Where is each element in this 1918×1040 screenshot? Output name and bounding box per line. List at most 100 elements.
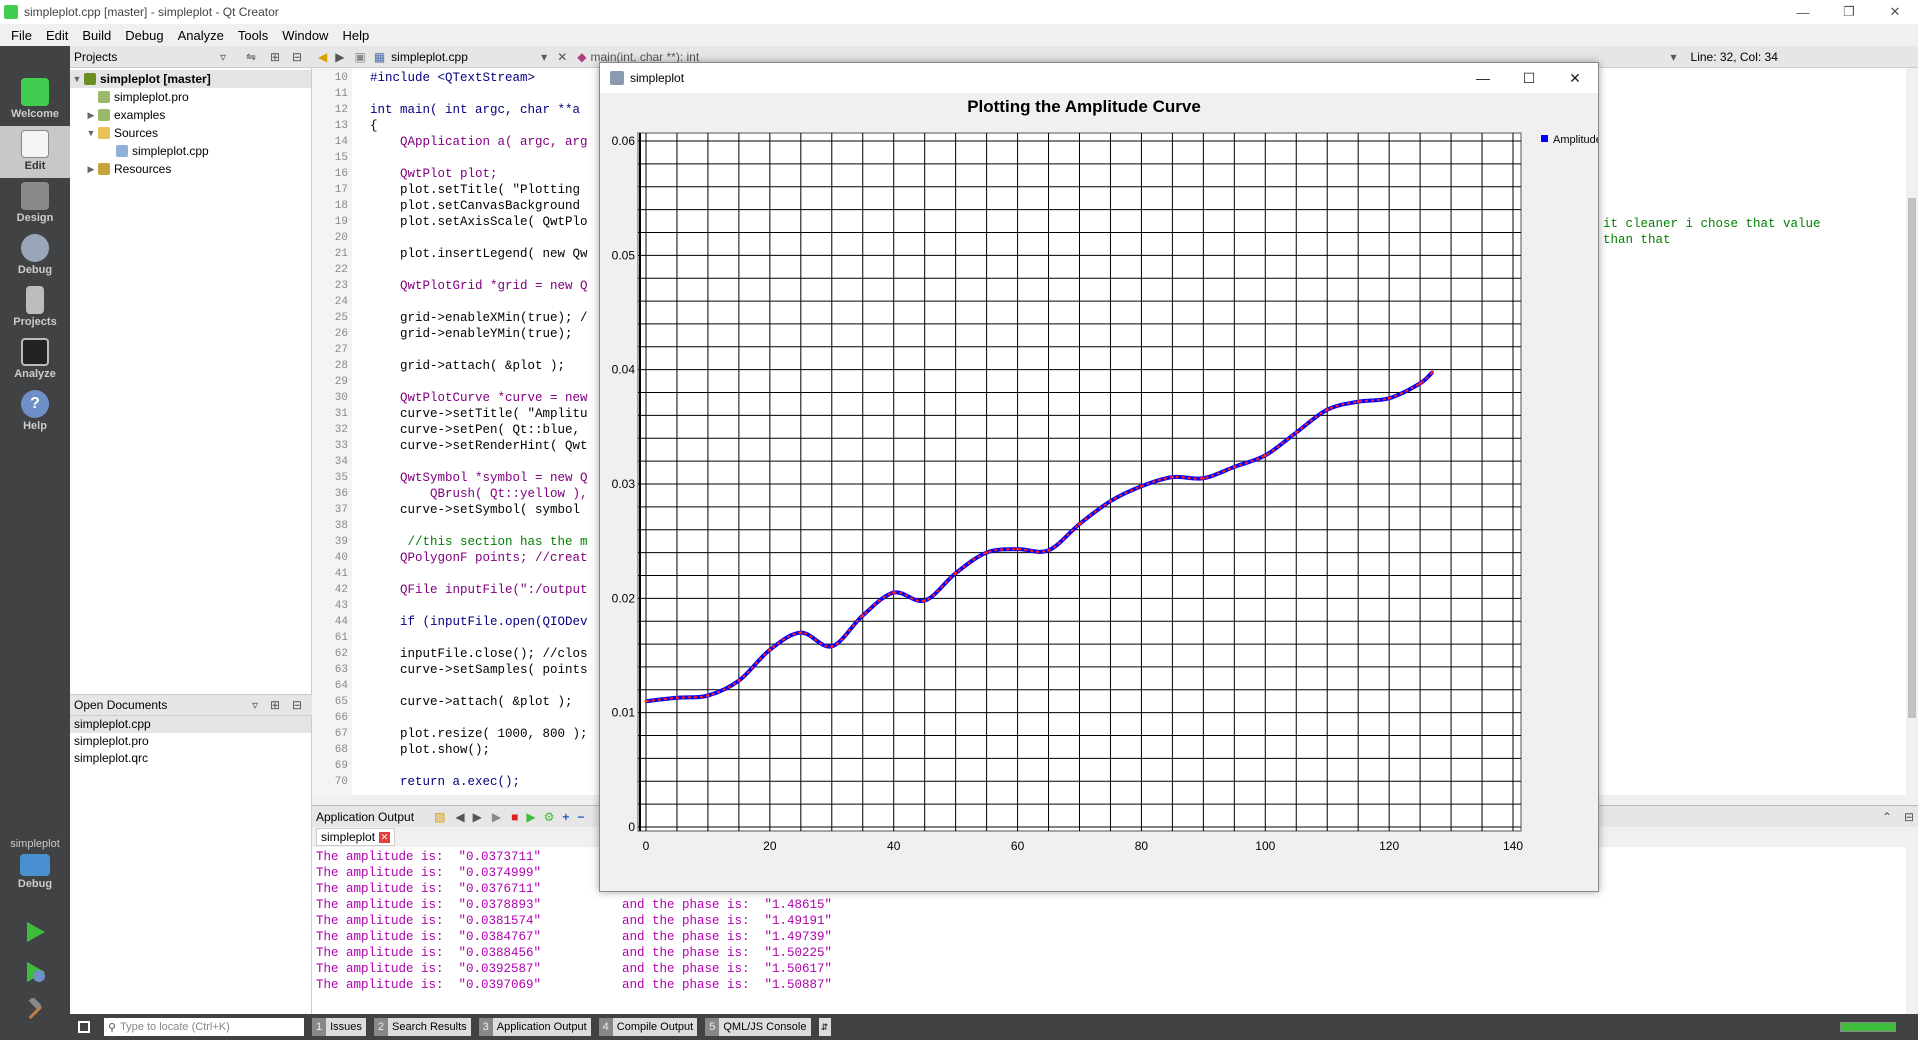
- settings-icon[interactable]: ⚙: [544, 810, 555, 824]
- sidebar-toggle-icon[interactable]: [78, 1021, 90, 1033]
- close-icon[interactable]: ✕: [1552, 63, 1598, 93]
- debug-icon: [21, 234, 49, 262]
- tab-issues[interactable]: 1 Issues: [312, 1018, 366, 1036]
- run-button[interactable]: [0, 920, 70, 950]
- close-file-icon[interactable]: ✕: [557, 50, 567, 64]
- tab-label: Application Output: [492, 1018, 591, 1036]
- cursor-position[interactable]: Line: 32, Col: 34: [1691, 50, 1778, 64]
- menu-analyze[interactable]: Analyze: [171, 28, 231, 43]
- mode-welcome[interactable]: Welcome: [0, 74, 70, 126]
- previous-icon[interactable]: ◀: [455, 810, 464, 824]
- restore-icon[interactable]: ❐: [1826, 0, 1872, 24]
- list-item[interactable]: simpleplot.qrc: [70, 750, 311, 767]
- filter-icon[interactable]: ▿: [220, 50, 226, 64]
- mode-analyze[interactable]: Analyze: [0, 334, 70, 386]
- tree-item-project[interactable]: ▼ simpleplot [master]: [70, 70, 311, 88]
- menu-help[interactable]: Help: [335, 28, 376, 43]
- maximize-pane-icon[interactable]: ⌃: [1882, 810, 1892, 824]
- mode-help[interactable]: ? Help: [0, 386, 70, 438]
- tree-item-examples[interactable]: ▶ examples: [84, 106, 166, 124]
- code-line: plot.setCanvasBackground: [370, 199, 581, 213]
- menu-debug[interactable]: Debug: [118, 28, 170, 43]
- output-phase: and the phase is: "1.50887": [622, 978, 833, 992]
- line-number: 10: [334, 72, 348, 84]
- debug-run-button[interactable]: [0, 960, 70, 990]
- y-tick-label: 0.06: [612, 134, 636, 148]
- forward-icon[interactable]: ▶: [335, 50, 344, 64]
- back-icon[interactable]: ◀: [318, 50, 327, 64]
- collapse-arrow-icon[interactable]: ▼: [70, 74, 84, 84]
- file-tab[interactable]: simpleplot.cpp: [391, 50, 541, 64]
- minimize-icon[interactable]: —: [1460, 63, 1506, 93]
- expand-arrow-icon[interactable]: ▶: [84, 164, 98, 175]
- stop-icon[interactable]: ■: [511, 810, 518, 824]
- clear-output-icon[interactable]: ▧: [434, 810, 445, 824]
- code-line: return a.exec();: [370, 775, 521, 789]
- close-pane-icon[interactable]: ⊟: [292, 50, 302, 64]
- function-dropdown-icon[interactable]: ▾: [1670, 50, 1676, 64]
- tree-item-cpp-file[interactable]: simpleplot.cpp: [116, 142, 209, 160]
- file-dropdown-icon[interactable]: ▾: [541, 50, 547, 64]
- qt-creator-icon: [4, 5, 18, 19]
- mode-design[interactable]: Design: [0, 178, 70, 230]
- zoom-out-icon[interactable]: −: [577, 810, 584, 824]
- y-tick-label: 0.03: [612, 477, 636, 491]
- status-bar: ⚲ Type to locate (Ctrl+K) 1 Issues 2 Searc…: [70, 1014, 1918, 1040]
- output-phase: and the phase is: "1.49739": [622, 930, 833, 944]
- lock-icon: ▣: [354, 49, 366, 64]
- line-number: 23: [334, 280, 348, 292]
- design-icon: [21, 182, 49, 210]
- split-icon[interactable]: ⊞: [270, 50, 280, 64]
- next-icon[interactable]: ▶: [473, 810, 482, 824]
- maximize-icon[interactable]: ☐: [1506, 63, 1552, 93]
- amplitude-plot: Plotting the Amplitude Curve 0 20 40 60 80 10…: [612, 97, 1598, 853]
- x-tick-label: 80: [1135, 839, 1149, 853]
- y-tick-label: 0.05: [612, 248, 636, 262]
- editor-scrollbar[interactable]: [1906, 68, 1918, 795]
- tree-item-resources[interactable]: ▶ Resources: [84, 160, 172, 178]
- menu-edit[interactable]: Edit: [39, 28, 75, 43]
- open-documents-list: simpleplot.cpp simpleplot.pro simpleplot…: [70, 716, 312, 1014]
- close-icon[interactable]: ✕: [1872, 0, 1918, 24]
- list-item[interactable]: simpleplot.pro: [70, 733, 311, 750]
- mode-projects[interactable]: Projects: [0, 282, 70, 334]
- rerun-icon[interactable]: ▶: [492, 810, 501, 824]
- legend-label: Amplitudes: [1553, 134, 1598, 146]
- expand-arrow-icon[interactable]: ▶: [84, 110, 98, 121]
- close-output-icon[interactable]: ⊟: [1904, 810, 1914, 824]
- tree-item-label: simpleplot [master]: [100, 72, 211, 86]
- y-tick-label: 0.04: [612, 363, 636, 377]
- menu-tools[interactable]: Tools: [231, 28, 275, 43]
- locator-input[interactable]: ⚲ Type to locate (Ctrl+K): [104, 1018, 304, 1036]
- menu-file[interactable]: File: [4, 28, 39, 43]
- output-tab[interactable]: simpleplot ✕: [316, 828, 396, 846]
- close-pane-icon[interactable]: ⊟: [292, 698, 302, 712]
- minimize-icon[interactable]: —: [1780, 0, 1826, 24]
- menu-window[interactable]: Window: [275, 28, 335, 43]
- data-point: [737, 679, 741, 683]
- zoom-in-icon[interactable]: +: [562, 810, 569, 824]
- link-icon[interactable]: ⇋: [246, 50, 256, 64]
- scrollbar-thumb[interactable]: [1908, 198, 1916, 718]
- dropdown-icon[interactable]: ▿: [252, 698, 258, 712]
- tab-search-results[interactable]: 2 Search Results: [373, 1018, 471, 1036]
- mode-debug[interactable]: Debug: [0, 230, 70, 282]
- kit-selector[interactable]: simpleplot Debug: [0, 834, 70, 906]
- menu-build[interactable]: Build: [75, 28, 118, 43]
- tab-compile-output[interactable]: 4 Compile Output: [598, 1018, 698, 1036]
- tree-item-sources[interactable]: ▼ Sources: [84, 124, 159, 142]
- collapse-arrow-icon[interactable]: ▼: [84, 128, 98, 138]
- build-button[interactable]: [0, 998, 70, 1028]
- split-icon[interactable]: ⊞: [270, 698, 280, 712]
- mode-edit[interactable]: Edit: [0, 126, 70, 178]
- attach-debugger-icon[interactable]: ▶: [526, 810, 535, 824]
- tab-qml-console[interactable]: 5 QML/JS Console: [705, 1018, 811, 1036]
- tab-application-output[interactable]: 3 Application Output: [478, 1018, 591, 1036]
- close-tab-icon[interactable]: ✕: [379, 831, 391, 843]
- data-point: [706, 694, 710, 698]
- tree-item-pro-file[interactable]: simpleplot.pro: [98, 88, 189, 106]
- more-tabs-icon[interactable]: ⇵: [818, 1018, 831, 1036]
- list-item[interactable]: simpleplot.cpp: [70, 716, 311, 733]
- x-tick-label: 120: [1379, 839, 1399, 853]
- chart-title: Plotting the Amplitude Curve: [967, 97, 1201, 116]
